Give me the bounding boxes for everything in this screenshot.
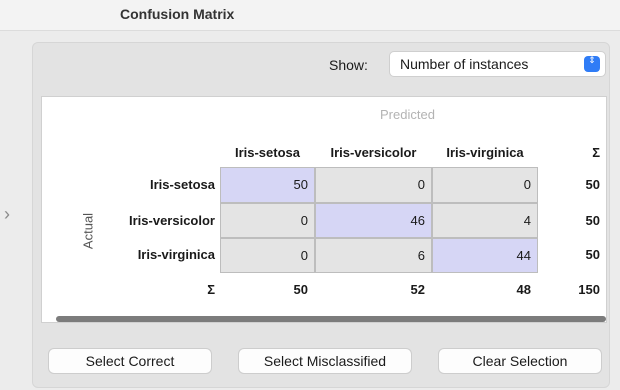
matrix-grid: 50 0 0 0 46 4 0 6 44 (220, 167, 538, 273)
row-header-versicolor: Iris-versicolor (129, 213, 215, 228)
predicted-axis-label: Predicted (380, 107, 435, 122)
chevron-right-icon[interactable]: › (0, 204, 14, 225)
select-correct-button[interactable]: Select Correct (48, 348, 212, 374)
show-select[interactable]: Number of instances ⇕ (389, 51, 606, 77)
show-select-value: Number of instances (400, 56, 529, 72)
grand-total: 150 (578, 282, 600, 297)
title-bar: Confusion Matrix (0, 0, 620, 31)
window-title: Confusion Matrix (120, 6, 235, 22)
row-sum: 50 (585, 177, 600, 192)
row-sum: 50 (585, 247, 600, 262)
clear-selection-button[interactable]: Clear Selection (438, 348, 602, 374)
chevron-updown-icon: ⇕ (584, 56, 600, 72)
actual-axis-label: Actual (80, 212, 96, 250)
matrix-cell[interactable]: 0 (221, 239, 314, 272)
sum-row-label: Σ (207, 282, 215, 297)
matrix-cell[interactable]: 46 (316, 204, 431, 237)
column-sum: 52 (410, 282, 425, 297)
matrix-cell[interactable]: 4 (433, 204, 537, 237)
column-header-virginica: Iris-virginica (446, 145, 524, 160)
column-sum-header: Σ (592, 145, 600, 160)
matrix-cell[interactable]: 50 (221, 168, 314, 202)
row-header-virginica: Iris-virginica (137, 247, 215, 262)
column-sum: 50 (293, 282, 308, 297)
matrix-cell[interactable]: 0 (433, 168, 537, 202)
matrix-cell[interactable]: 44 (433, 239, 537, 272)
select-misclassified-button[interactable]: Select Misclassified (238, 348, 412, 374)
matrix-cell[interactable]: 0 (316, 168, 431, 202)
column-header-versicolor: Iris-versicolor (330, 145, 417, 160)
horizontal-scrollbar[interactable] (56, 316, 606, 322)
column-header-setosa: Iris-setosa (234, 145, 301, 160)
column-sum: 48 (516, 282, 531, 297)
matrix-cell[interactable]: 6 (316, 239, 431, 272)
row-header-setosa: Iris-setosa (149, 177, 215, 192)
matrix-cell[interactable]: 0 (221, 204, 314, 237)
show-label: Show: (329, 57, 368, 73)
row-sum: 50 (585, 213, 600, 228)
